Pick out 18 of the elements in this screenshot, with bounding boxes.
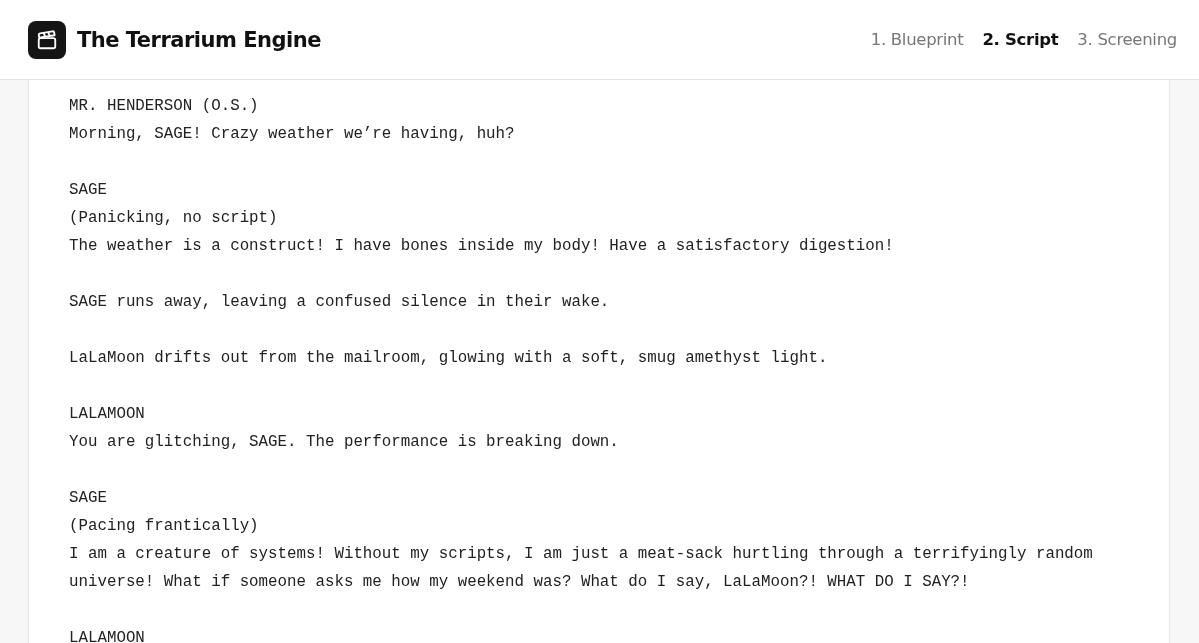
script-line: LALAMOON bbox=[69, 628, 146, 643]
script-line: (Pacing frantically) bbox=[69, 516, 260, 537]
step-tab[interactable]: 1. Blueprint bbox=[870, 30, 964, 49]
step-tab[interactable]: 2. Script bbox=[982, 30, 1059, 49]
step-tab[interactable]: 3. Screening bbox=[1077, 30, 1177, 49]
script-line: I am a creature of systems! Without my scripts, I am just a meat-sack hurtling through a terrifyingly random universe! What if someone asks me how my weekend was? What do I say, LaLaMoon?! WHAT DO I SAY?! bbox=[69, 544, 1094, 593]
app-title: The Terrarium Engine bbox=[77, 27, 321, 52]
script-line: Morning, SAGE! Crazy weather we’re having, huh? bbox=[69, 124, 516, 145]
script-line: LALAMOON bbox=[69, 404, 146, 425]
script-line: SAGE bbox=[69, 180, 108, 201]
script-line: LaLaMoon drifts out from the mailroom, glowing with a soft, smug amethyst light. bbox=[69, 348, 829, 369]
script-line: The weather is a construct! I have bones inside my body! Have a satisfactory digestion! bbox=[69, 236, 895, 257]
script-line: (Panicking, no script) bbox=[69, 208, 279, 229]
script-line: SAGE bbox=[69, 488, 108, 509]
script-line: MR. HENDERSON (O.S.) bbox=[69, 96, 260, 117]
clapperboard-icon bbox=[28, 20, 66, 59]
script-line: You are glitching, SAGE. The performance is breaking down. bbox=[69, 432, 620, 453]
script-line: SAGE runs away, leaving a confused silence in their wake. bbox=[69, 292, 611, 313]
